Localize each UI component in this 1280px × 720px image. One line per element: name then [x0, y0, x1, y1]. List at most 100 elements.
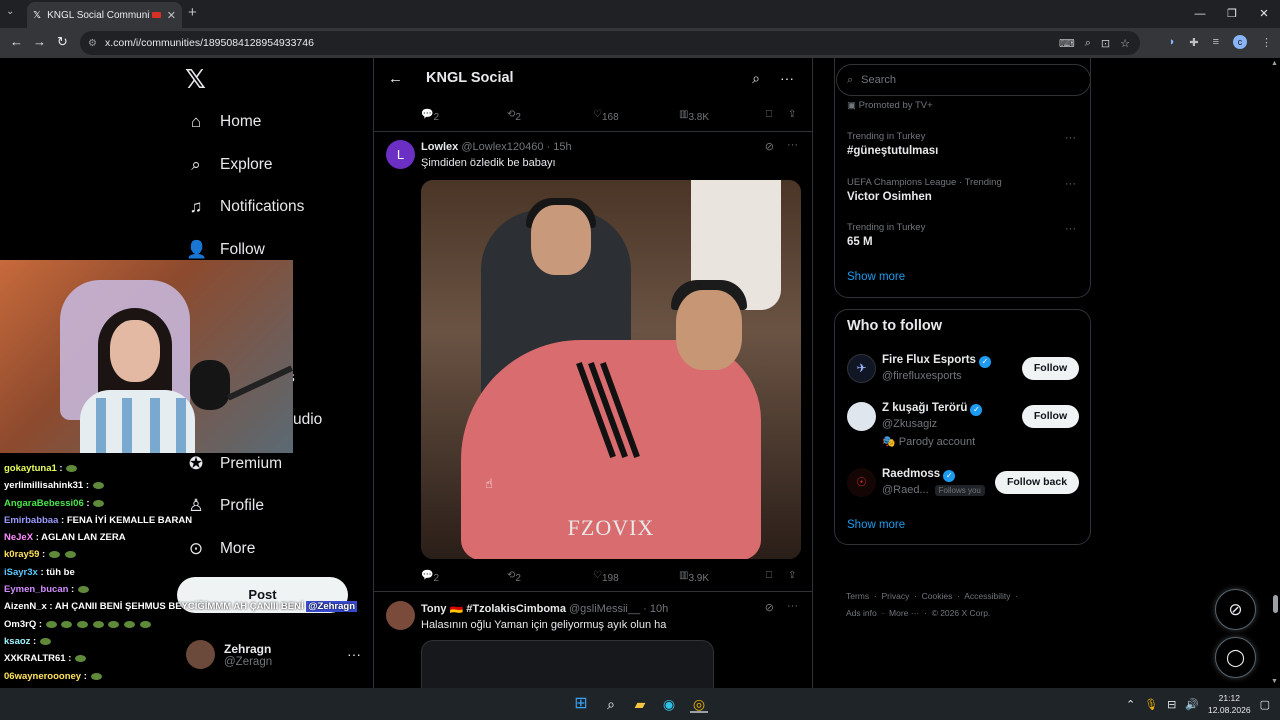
follow-button[interactable]: Follow: [1022, 357, 1079, 380]
grok-fab-button[interactable]: ⊘: [1215, 589, 1256, 630]
chat-username[interactable]: yerlimillisahink31: [4, 480, 83, 491]
suggested-account-name[interactable]: Z kuşağı Terörü ✓: [882, 402, 983, 416]
tweet-handle[interactable]: @Lowlex120460: [461, 141, 543, 153]
messages-fab-button[interactable]: ◯: [1215, 637, 1256, 678]
tweet-time[interactable]: · 15h: [547, 141, 572, 153]
translate-icon[interactable]: ⌨: [1059, 37, 1075, 50]
more-dots-icon[interactable]: ···: [1065, 223, 1076, 235]
suggested-account-name[interactable]: Raedmoss ✓: [882, 468, 956, 482]
tweet-time[interactable]: · 10h: [643, 603, 668, 615]
repost-button[interactable]: ⟲ 2: [507, 570, 521, 584]
profile-avatar[interactable]: c: [1233, 35, 1247, 49]
more-dots-icon[interactable]: ···: [780, 70, 794, 86]
views-button[interactable]: ▥ 3.9K: [679, 570, 709, 584]
footer-privacy-link[interactable]: Privacy: [881, 591, 909, 601]
forward-icon[interactable]: →: [33, 34, 46, 49]
avatar[interactable]: L: [386, 140, 415, 169]
follow-back-button[interactable]: Follow back: [995, 471, 1079, 494]
chat-username[interactable]: ksaoz: [4, 636, 30, 647]
chat-username[interactable]: k0ray59: [4, 549, 39, 560]
chat-username[interactable]: Eymen_bucan: [4, 584, 68, 595]
minimize-button[interactable]: —: [1184, 0, 1216, 28]
suggested-account-name[interactable]: Fire Flux Esports ✓: [882, 354, 991, 368]
nav-explore[interactable]: ⌕ Explore: [186, 155, 272, 175]
bookmark-star-icon[interactable]: ☆: [1120, 37, 1130, 50]
like-button[interactable]: ♡ 198: [593, 570, 619, 584]
chrome-browser-icon[interactable]: ◎: [690, 695, 708, 713]
search-icon[interactable]: ⌕: [602, 695, 620, 713]
restore-button[interactable]: ❐: [1216, 0, 1248, 28]
footer-cookies-link[interactable]: Cookies: [922, 591, 953, 601]
like-button[interactable]: ♡ 168: [593, 109, 619, 123]
footer-more-link[interactable]: More ···: [889, 608, 919, 618]
share-icon[interactable]: ⇪: [788, 570, 796, 581]
tweet-author-hashtag[interactable]: #TzolakisCimboma: [466, 603, 566, 615]
views-button[interactable]: ▥ 3.8K: [679, 109, 709, 123]
browser-menu-icon[interactable]: ⋮: [1261, 36, 1272, 49]
scroll-down-icon[interactable]: ▼: [1271, 678, 1278, 685]
network-icon[interactable]: ⊟: [1167, 698, 1176, 711]
avatar[interactable]: [847, 402, 876, 431]
new-tab-button[interactable]: +: [188, 4, 197, 21]
tab-search-icon[interactable]: ⌄: [6, 6, 14, 17]
footer-accessibility-link[interactable]: Accessibility: [964, 591, 1010, 601]
trend-name[interactable]: #güneştutulması: [847, 145, 938, 157]
zoom-icon[interactable]: ⌕: [1085, 37, 1091, 50]
chat-username[interactable]: 06wayneroooney: [4, 671, 81, 682]
window-close-button[interactable]: ✕: [1248, 0, 1280, 28]
reload-icon[interactable]: ↻: [57, 34, 68, 50]
nav-notifications[interactable]: ♫ Notifications: [186, 197, 305, 217]
more-dots-icon[interactable]: ···: [1065, 178, 1076, 190]
extensions-puzzle-icon[interactable]: ✚: [1189, 36, 1198, 49]
trend-name[interactable]: Victor Osimhen: [847, 191, 932, 203]
browser-tab-active[interactable]: 𝕏 KNGL Social Community / X ✕: [27, 2, 182, 28]
avatar[interactable]: ☉: [847, 468, 876, 497]
trend-name[interactable]: 65 M: [847, 236, 873, 248]
tab-close-icon[interactable]: ✕: [167, 9, 176, 22]
scroll-up-icon[interactable]: ▲: [1271, 60, 1278, 67]
repost-button[interactable]: ⟲ 2: [507, 109, 521, 123]
share-icon[interactable]: ⇪: [788, 109, 796, 120]
suggested-account-handle[interactable]: @firefluxesports: [882, 370, 962, 382]
extension-icon[interactable]: ◗: [1169, 36, 1176, 48]
chat-username[interactable]: iSayr3x: [4, 567, 38, 578]
more-dots-icon[interactable]: ···: [787, 139, 798, 151]
taskbar-clock[interactable]: 21:12 12.08.2026: [1208, 692, 1251, 716]
tweet-media-image[interactable]: FZOVIX: [421, 180, 801, 559]
tweet-author[interactable]: Tony: [421, 603, 446, 615]
grok-icon[interactable]: ⊘: [765, 140, 774, 153]
bookmark-icon[interactable]: ⎕: [766, 570, 772, 581]
site-info-icon[interactable]: ⚙: [88, 38, 97, 49]
notifications-icon[interactable]: ▢: [1260, 698, 1270, 711]
back-icon[interactable]: ←: [10, 34, 23, 49]
scrollbar-thumb[interactable]: [1273, 595, 1278, 613]
search-icon[interactable]: ⌕: [752, 70, 760, 87]
chat-username[interactable]: AngaraBebessi06: [4, 498, 84, 509]
chat-username[interactable]: NeJeX: [4, 532, 33, 543]
windows-start-icon[interactable]: ⊞: [572, 695, 590, 713]
suggested-account-handle[interactable]: @Raed... Follows you: [882, 484, 985, 496]
volume-icon[interactable]: 🔊: [1185, 698, 1199, 711]
media-control-icon[interactable]: ≡: [1213, 36, 1219, 48]
nav-home[interactable]: ⌂ Home: [186, 112, 262, 132]
suggested-account-handle[interactable]: @Zkusagiz: [882, 418, 937, 430]
avatar[interactable]: ✈: [847, 354, 876, 383]
nav-spaces-partial[interactable]: udio: [293, 411, 322, 429]
microphone-icon[interactable]: 🎙: [1144, 698, 1158, 711]
nav-follow[interactable]: 👤 Follow: [186, 240, 265, 260]
file-explorer-icon[interactable]: ▰: [631, 695, 649, 713]
grok-icon[interactable]: ⊘: [765, 601, 774, 614]
tweet-author[interactable]: Lowlex: [421, 141, 458, 153]
bookmark-icon[interactable]: ⎕: [766, 109, 772, 120]
chat-username[interactable]: Emirbabbaa: [4, 515, 58, 526]
chat-username[interactable]: gokaytuna1: [4, 463, 57, 474]
x-home-logo-icon[interactable]: 𝕏: [185, 64, 206, 95]
trends-show-more-link[interactable]: Show more: [847, 271, 905, 283]
page-scrollbar[interactable]: ▲ ▼: [1270, 58, 1280, 688]
install-app-icon[interactable]: ⊡: [1101, 37, 1110, 50]
who-to-follow-show-more-link[interactable]: Show more: [847, 519, 905, 531]
address-bar[interactable]: ⚙ x.com/i/communities/189508412895493374…: [80, 31, 1140, 55]
more-dots-icon[interactable]: ···: [787, 600, 798, 612]
footer-ads-info-link[interactable]: Ads info: [846, 608, 877, 618]
tweet-handle[interactable]: @gsliMessii__: [569, 603, 640, 615]
